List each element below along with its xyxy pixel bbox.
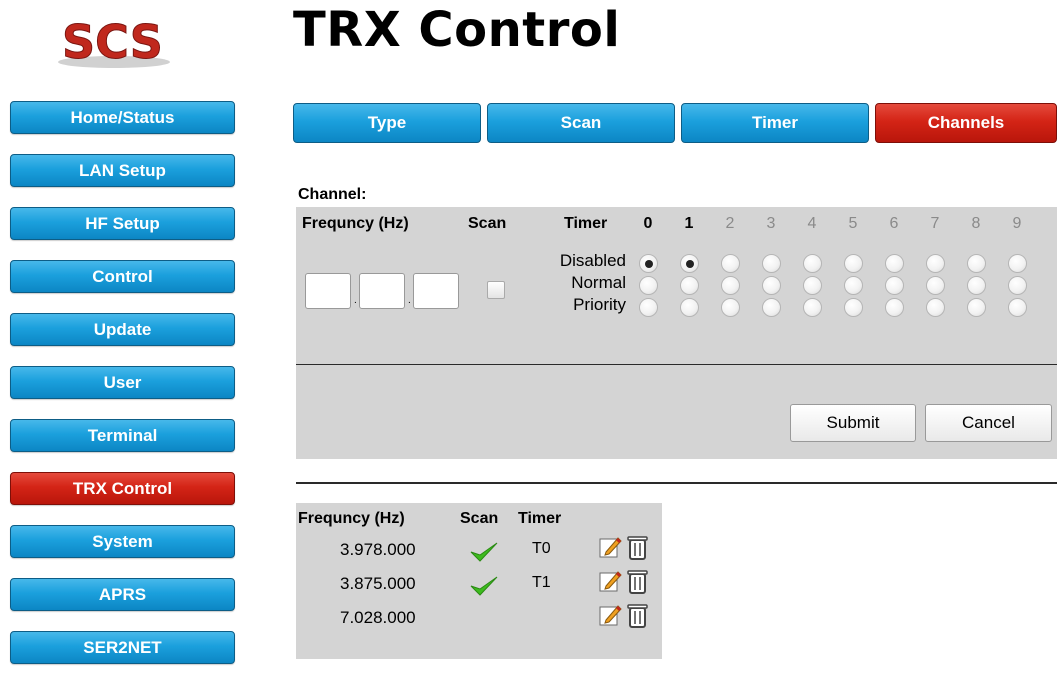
mode-label-disabled: Disabled — [559, 251, 626, 270]
logo-text: SCS — [62, 15, 163, 69]
edit-icon[interactable] — [598, 568, 622, 599]
sidebar-nav: Home/Status LAN Setup HF Setup Control U… — [10, 101, 235, 684]
trash-icon[interactable] — [626, 602, 650, 633]
timer-index-4: 4 — [807, 215, 817, 232]
timer-2-disabled-radio[interactable] — [721, 254, 740, 273]
channel-frequency: 3.978.000 — [340, 540, 416, 559]
timer-9-normal-radio[interactable] — [1008, 276, 1027, 295]
timer-8-normal-radio[interactable] — [967, 276, 986, 295]
timer-index-0: 0 — [643, 215, 653, 232]
sidebar-item-trx-control[interactable]: TRX Control — [10, 472, 235, 505]
sidebar-item-hf-setup[interactable]: HF Setup — [10, 207, 235, 240]
frequency-header: Frequncy (Hz) — [302, 215, 409, 232]
edit-icon[interactable] — [598, 534, 622, 565]
timer-6-normal-radio[interactable] — [885, 276, 904, 295]
channel-section-label: Channel: — [298, 186, 367, 203]
channel-timer: T0 — [532, 540, 551, 557]
timer-8-priority-radio[interactable] — [967, 298, 986, 317]
sidebar-item-update[interactable]: Update — [10, 313, 235, 346]
sidebar-item-control[interactable]: Control — [10, 260, 235, 293]
timer-index-2: 2 — [725, 215, 735, 232]
channel-timer: T1 — [532, 574, 551, 591]
channel-row: 7.028.000 — [296, 600, 662, 634]
scan-header: Scan — [468, 215, 507, 232]
tab-scan[interactable]: Scan — [487, 103, 675, 143]
tab-type[interactable]: Type — [293, 103, 481, 143]
timer-7-normal-radio[interactable] — [926, 276, 945, 295]
sidebar-item-terminal[interactable]: Terminal — [10, 419, 235, 452]
timer-4-priority-radio[interactable] — [803, 298, 822, 317]
frequency-separator: . — [354, 295, 357, 306]
timer-index-6: 6 — [889, 215, 899, 232]
channel-frequency: 7.028.000 — [340, 608, 416, 627]
list-scan-header: Scan — [460, 510, 499, 527]
timer-header: Timer — [564, 215, 608, 232]
submit-button[interactable]: Submit — [790, 404, 916, 442]
sidebar-item-home-status[interactable]: Home/Status — [10, 101, 235, 134]
timer-5-priority-radio[interactable] — [844, 298, 863, 317]
timer-5-disabled-radio[interactable] — [844, 254, 863, 273]
frequency-mhz-input[interactable] — [305, 273, 351, 309]
timer-0-disabled-radio[interactable] — [639, 254, 658, 273]
timer-index-7: 7 — [930, 215, 940, 232]
scs-logo: SCS — [52, 8, 202, 74]
tab-timer[interactable]: Timer — [681, 103, 869, 143]
timer-9-priority-radio[interactable] — [1008, 298, 1027, 317]
timer-0-priority-radio[interactable] — [639, 298, 658, 317]
sidebar-item-aprs[interactable]: APRS — [10, 578, 235, 611]
mode-label-normal: Normal — [571, 273, 626, 292]
checkmark-icon — [469, 575, 499, 602]
channel-row: 3.875.000 T1 — [296, 566, 662, 600]
timer-1-priority-radio[interactable] — [680, 298, 699, 317]
timer-7-disabled-radio[interactable] — [926, 254, 945, 273]
timer-index-9: 9 — [1012, 215, 1022, 232]
channel-list: Frequncy (Hz) Scan Timer 3.978.000 T0 3.… — [296, 503, 662, 659]
timer-index-1: 1 — [684, 215, 694, 232]
trash-icon[interactable] — [626, 568, 650, 599]
timer-7-priority-radio[interactable] — [926, 298, 945, 317]
channel-form-panel: Frequncy (Hz) Scan Timer 0 1 2 3 4 5 6 7… — [296, 207, 1057, 459]
tab-bar: Type Scan Timer Channels — [293, 103, 1057, 143]
timer-0-normal-radio[interactable] — [639, 276, 658, 295]
timer-2-priority-radio[interactable] — [721, 298, 740, 317]
sidebar-item-lan-setup[interactable]: LAN Setup — [10, 154, 235, 187]
timer-1-disabled-radio[interactable] — [680, 254, 699, 273]
timer-index-8: 8 — [971, 215, 981, 232]
timer-4-normal-radio[interactable] — [803, 276, 822, 295]
timer-5-normal-radio[interactable] — [844, 276, 863, 295]
timer-2-normal-radio[interactable] — [721, 276, 740, 295]
mode-label-priority: Priority — [573, 295, 626, 314]
list-timer-header: Timer — [518, 510, 562, 527]
checkmark-icon — [469, 541, 499, 568]
timer-6-priority-radio[interactable] — [885, 298, 904, 317]
sidebar-item-ser2net[interactable]: SER2NET — [10, 631, 235, 664]
frequency-hz-input[interactable] — [413, 273, 459, 309]
trash-icon[interactable] — [626, 534, 650, 565]
timer-4-disabled-radio[interactable] — [803, 254, 822, 273]
form-divider — [296, 364, 1057, 365]
frequency-khz-input[interactable] — [359, 273, 405, 309]
page-divider — [296, 482, 1057, 484]
channel-frequency: 3.875.000 — [340, 574, 416, 593]
timer-1-normal-radio[interactable] — [680, 276, 699, 295]
frequency-separator: . — [408, 295, 411, 306]
timer-3-priority-radio[interactable] — [762, 298, 781, 317]
timer-8-disabled-radio[interactable] — [967, 254, 986, 273]
cancel-button[interactable]: Cancel — [925, 404, 1052, 442]
timer-6-disabled-radio[interactable] — [885, 254, 904, 273]
list-frequency-header: Frequncy (Hz) — [298, 510, 405, 527]
tab-channels[interactable]: Channels — [875, 103, 1057, 143]
channel-row: 3.978.000 T0 — [296, 532, 662, 566]
timer-3-disabled-radio[interactable] — [762, 254, 781, 273]
page-title: TRX Control — [293, 2, 621, 58]
timer-index-3: 3 — [766, 215, 776, 232]
sidebar-item-system[interactable]: System — [10, 525, 235, 558]
timer-index-5: 5 — [848, 215, 858, 232]
timer-9-disabled-radio[interactable] — [1008, 254, 1027, 273]
edit-icon[interactable] — [598, 602, 622, 633]
timer-3-normal-radio[interactable] — [762, 276, 781, 295]
sidebar-item-user[interactable]: User — [10, 366, 235, 399]
